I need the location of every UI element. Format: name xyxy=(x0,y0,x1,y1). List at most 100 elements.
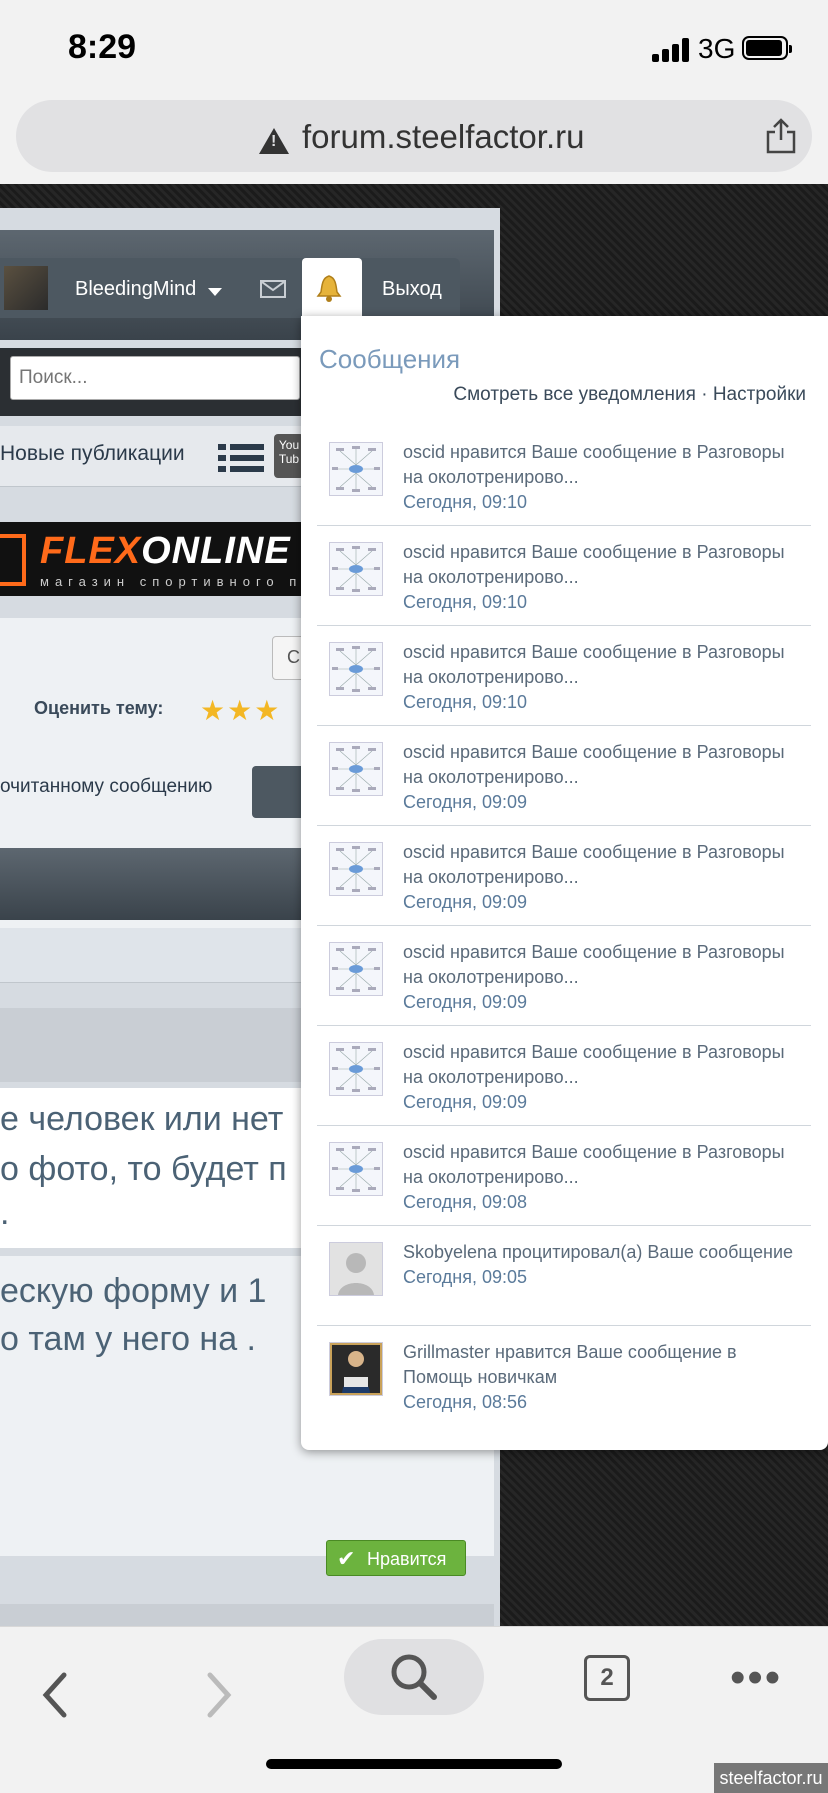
rate-thread-label: Оценить тему: xyxy=(34,698,164,718)
search-input[interactable] xyxy=(10,356,300,400)
separator: · xyxy=(701,384,708,405)
notification-time: Сегодня, 09:05 xyxy=(403,1267,528,1287)
notification-time: Сегодня, 08:56 xyxy=(403,1392,528,1412)
notification-user[interactable]: Skobyelena xyxy=(403,1242,497,1262)
banner-title: FLEXONLINE xyxy=(40,530,291,572)
notification-user[interactable]: oscid xyxy=(403,942,445,962)
address-bar-container: forum.steelfactor.ru xyxy=(0,92,828,184)
notification-user[interactable]: oscid xyxy=(403,642,445,662)
banner-subtitle: магазин спортивного п xyxy=(40,574,303,589)
notification-text[interactable]: Grillmaster нравится Ваше сообщение в По… xyxy=(403,1340,803,1415)
post-text-line: ескую форму и 1 xyxy=(0,1272,267,1310)
notification-user[interactable]: oscid xyxy=(403,542,445,562)
new-publications-link[interactable]: Новые публикации xyxy=(0,442,185,466)
youtube-icon[interactable]: You Tub xyxy=(274,434,304,478)
notification-text[interactable]: oscid нравится Ваше сообщение в Разговор… xyxy=(403,540,803,615)
notification-item[interactable]: oscid нравится Ваше сообщение в Разговор… xyxy=(317,826,811,926)
home-indicator xyxy=(266,1759,562,1769)
notification-user[interactable]: oscid xyxy=(403,842,445,862)
logout-link[interactable]: Выход xyxy=(382,278,442,301)
forward-icon[interactable] xyxy=(200,1665,240,1725)
popup-title: Сообщения xyxy=(319,344,461,374)
notification-text[interactable]: oscid нравится Ваше сообщение в Разговор… xyxy=(403,1140,803,1215)
status-time: 8:29 xyxy=(68,28,137,66)
notification-item[interactable]: Skobyelena процитировал(а) Ваше сообщени… xyxy=(317,1226,811,1326)
like-button[interactable]: Нравится xyxy=(326,1540,466,1577)
notification-text[interactable]: oscid нравится Ваше сообщение в Разговор… xyxy=(403,640,803,715)
notification-item[interactable]: Grillmaster нравится Ваше сообщение в По… xyxy=(317,1326,811,1426)
notification-message: нравится Ваше сообщение в Разговоры на о… xyxy=(403,542,785,587)
notification-item[interactable]: oscid нравится Ваше сообщение в Разговор… xyxy=(317,726,811,826)
chevron-down-icon[interactable] xyxy=(208,288,222,296)
back-icon[interactable] xyxy=(34,1665,74,1725)
notification-avatar[interactable] xyxy=(329,1042,383,1096)
notification-message: нравится Ваше сообщение в Разговоры на о… xyxy=(403,942,785,987)
notification-item[interactable]: oscid нравится Ваше сообщение в Разговор… xyxy=(317,626,811,726)
popup-links: Смотреть все уведомления · Настройки xyxy=(453,384,806,406)
notification-text[interactable]: oscid нравится Ваше сообщение в Разговор… xyxy=(403,1040,803,1115)
alerts-settings-link[interactable]: Настройки xyxy=(713,384,806,405)
notification-avatar[interactable] xyxy=(329,642,383,696)
notification-message: нравится Ваше сообщение в Разговоры на о… xyxy=(403,1142,785,1187)
notification-avatar[interactable] xyxy=(329,1142,383,1196)
share-icon[interactable] xyxy=(764,118,798,154)
battery-icon xyxy=(742,36,792,60)
post-text-line: о фото, то будет п xyxy=(0,1150,287,1188)
first-unread-link[interactable]: очитанному сообщению xyxy=(0,776,212,798)
notification-time: Сегодня, 09:08 xyxy=(403,1192,528,1212)
notification-avatar[interactable] xyxy=(329,542,383,596)
notification-time: Сегодня, 09:10 xyxy=(403,692,528,712)
notification-time: Сегодня, 09:09 xyxy=(403,992,528,1012)
notification-text[interactable]: Skobyelena процитировал(а) Ваше сообщени… xyxy=(403,1240,803,1290)
notification-avatar[interactable] xyxy=(329,842,383,896)
notification-message: процитировал(а) Ваше сообщение xyxy=(502,1242,794,1262)
notification-item[interactable]: oscid нравится Ваше сообщение в Разговор… xyxy=(317,1126,811,1226)
bell-icon[interactable] xyxy=(316,274,342,302)
notification-list: oscid нравится Ваше сообщение в Разговор… xyxy=(317,426,811,1426)
status-bar: 8:29 3G xyxy=(0,0,828,92)
url-text[interactable]: forum.steelfactor.ru xyxy=(302,118,584,156)
notification-item[interactable]: oscid нравится Ваше сообщение в Разговор… xyxy=(317,526,811,626)
notification-avatar[interactable] xyxy=(329,1242,383,1296)
notification-message: нравится Ваше сообщение в Разговоры на о… xyxy=(403,842,785,887)
tabs-button[interactable]: 2 xyxy=(584,1655,630,1701)
notification-time: Сегодня, 09:10 xyxy=(403,592,528,612)
notification-item[interactable]: oscid нравится Ваше сообщение в Разговор… xyxy=(317,926,811,1026)
notification-user[interactable]: oscid xyxy=(403,1042,445,1062)
notification-time: Сегодня, 09:09 xyxy=(403,792,528,812)
notification-avatar[interactable] xyxy=(329,442,383,496)
notification-avatar[interactable] xyxy=(329,942,383,996)
banner-logo xyxy=(0,534,26,586)
notification-text[interactable]: oscid нравится Ваше сообщение в Разговор… xyxy=(403,940,803,1015)
notification-text[interactable]: oscid нравится Ваше сообщение в Разговор… xyxy=(403,740,803,815)
browser-toolbar: 2 ••• steelfactor.ru xyxy=(0,1626,828,1793)
notification-time: Сегодня, 09:09 xyxy=(403,1092,528,1112)
notification-avatar[interactable] xyxy=(329,742,383,796)
post-text-line: о там у него на . xyxy=(0,1320,256,1358)
notification-user[interactable]: oscid xyxy=(403,442,445,462)
mail-icon[interactable] xyxy=(260,280,286,298)
notification-avatar[interactable] xyxy=(329,1342,383,1396)
list-icon[interactable] xyxy=(218,442,264,474)
user-avatar[interactable] xyxy=(4,266,48,310)
more-icon[interactable]: ••• xyxy=(730,1656,782,1700)
search-button[interactable] xyxy=(344,1639,484,1715)
address-bar[interactable]: forum.steelfactor.ru xyxy=(16,100,812,172)
notification-item[interactable]: oscid нравится Ваше сообщение в Разговор… xyxy=(317,426,811,526)
notification-user[interactable]: oscid xyxy=(403,1142,445,1162)
web-page: BleedingMind Выход Новые публикации You … xyxy=(0,184,828,1626)
notification-text[interactable]: oscid нравится Ваше сообщение в Разговор… xyxy=(403,440,803,515)
notification-message: нравится Ваше сообщение в Разговоры на о… xyxy=(403,742,785,787)
not-secure-warning-icon[interactable] xyxy=(259,128,289,154)
rating-stars[interactable]: ★★★ xyxy=(200,694,281,727)
notification-message: нравится Ваше сообщение в Разговоры на о… xyxy=(403,1042,785,1087)
notification-text[interactable]: oscid нравится Ваше сообщение в Разговор… xyxy=(403,840,803,915)
alerts-popup: Сообщения Смотреть все уведомления · Нас… xyxy=(301,316,828,1450)
notification-user[interactable]: oscid xyxy=(403,742,445,762)
notification-item[interactable]: oscid нравится Ваше сообщение в Разговор… xyxy=(317,1026,811,1126)
username-link[interactable]: BleedingMind xyxy=(75,278,196,301)
view-all-alerts-link[interactable]: Смотреть все уведомления xyxy=(453,384,696,405)
post-text-line: е человек или нет xyxy=(0,1100,284,1138)
notification-user[interactable]: Grillmaster xyxy=(403,1342,490,1362)
notification-message: нравится Ваше сообщение в Разговоры на о… xyxy=(403,442,785,487)
